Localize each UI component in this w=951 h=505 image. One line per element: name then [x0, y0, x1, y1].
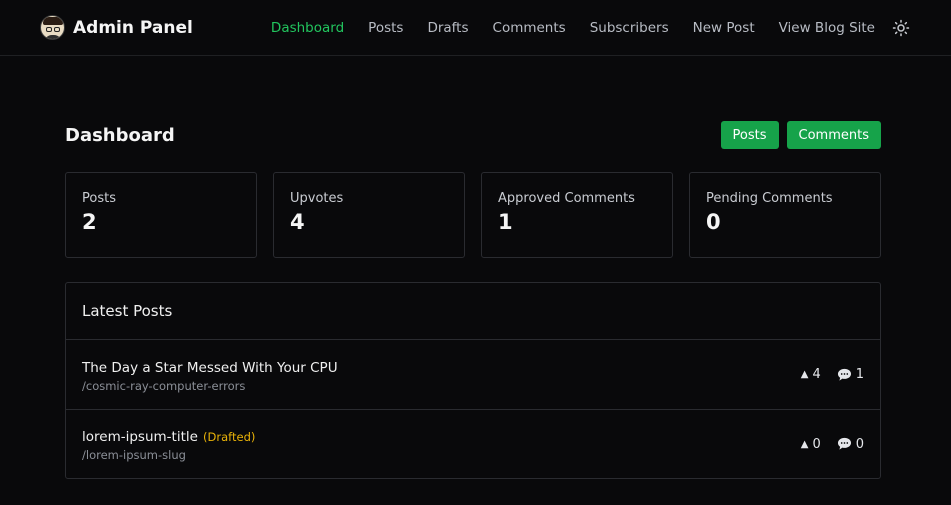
nav-new-post[interactable]: New Post: [693, 20, 755, 36]
stat-card-pending-comments: Pending Comments 0: [689, 172, 881, 258]
main-content: Dashboard Posts Comments Posts 2 Upvotes…: [0, 120, 951, 479]
header-actions: Posts Comments: [720, 121, 881, 149]
comment-value: 0: [855, 436, 864, 452]
nav-comments[interactable]: Comments: [493, 20, 566, 36]
page-header: Dashboard Posts Comments: [65, 120, 881, 150]
app-title: Admin Panel: [73, 17, 193, 38]
post-title[interactable]: The Day a Star Messed With Your CPU: [82, 360, 338, 376]
post-slug: /cosmic-ray-computer-errors: [82, 378, 246, 393]
comment-value: 1: [855, 367, 864, 382]
posts-button[interactable]: Posts: [720, 121, 779, 149]
stats-grid: Posts 2 Upvotes 4 Approved Comments 1 Pe…: [65, 172, 881, 258]
stat-label: Upvotes: [290, 191, 344, 206]
stat-value: 0: [706, 210, 721, 234]
drafted-badge: (Drafted): [203, 430, 256, 444]
nav-posts[interactable]: Posts: [368, 20, 403, 36]
comment-icon: [837, 437, 851, 450]
comments-button[interactable]: Comments: [786, 121, 881, 149]
stat-value: 1: [498, 210, 513, 234]
latest-posts-panel: Latest Posts The Day a Star Messed With …: [65, 282, 881, 479]
upvote-icon: ▲: [800, 369, 809, 380]
panel-header: Latest Posts: [66, 283, 880, 340]
page-title: Dashboard: [65, 124, 175, 146]
stat-value: 2: [82, 210, 97, 234]
post-stats: ▲ 0 0: [801, 437, 864, 452]
stat-card-upvotes: Upvotes 4: [273, 172, 465, 258]
panel-title: Latest Posts: [82, 302, 173, 320]
stat-card-posts: Posts 2: [65, 172, 257, 258]
nav-subscribers[interactable]: Subscribers: [590, 20, 669, 36]
stat-card-approved-comments: Approved Comments 1: [481, 172, 673, 258]
nav-view-blog-site[interactable]: View Blog Site: [779, 20, 875, 36]
post-info: The Day a Star Messed With Your CPU /cos…: [82, 357, 338, 393]
comment-count: 1: [837, 367, 864, 382]
post-row[interactable]: lorem-ipsum-title (Drafted) /lorem-ipsum…: [66, 409, 880, 478]
post-title[interactable]: lorem-ipsum-title: [82, 429, 198, 445]
main-nav: Dashboard Posts Drafts Comments Subscrib…: [247, 18, 911, 38]
stat-value: 4: [290, 210, 305, 234]
brand[interactable]: Admin Panel: [40, 15, 193, 40]
stat-label: Posts: [82, 191, 116, 206]
top-navbar: Admin Panel Dashboard Posts Drafts Comme…: [0, 0, 951, 56]
post-row[interactable]: The Day a Star Messed With Your CPU /cos…: [66, 340, 880, 409]
stat-label: Approved Comments: [498, 191, 635, 206]
upvote-value: 0: [812, 436, 821, 452]
post-slug: /lorem-ipsum-slug: [82, 448, 186, 462]
comment-icon: [837, 368, 851, 381]
stat-label: Pending Comments: [706, 191, 833, 206]
upvote-value: 4: [812, 367, 821, 382]
nav-dashboard[interactable]: Dashboard: [271, 20, 344, 36]
upvote-count: ▲ 0: [801, 437, 821, 452]
nav-drafts[interactable]: Drafts: [427, 20, 468, 36]
upvote-count: ▲ 4: [801, 367, 821, 382]
post-stats: ▲ 4 1: [801, 367, 864, 382]
avatar: [40, 15, 65, 40]
upvote-icon: ▲: [800, 438, 809, 450]
theme-toggle-button[interactable]: [891, 18, 911, 38]
sun-icon: [892, 19, 910, 36]
post-info: lorem-ipsum-title (Drafted) /lorem-ipsum…: [82, 426, 255, 462]
comment-count: 0: [837, 437, 864, 452]
